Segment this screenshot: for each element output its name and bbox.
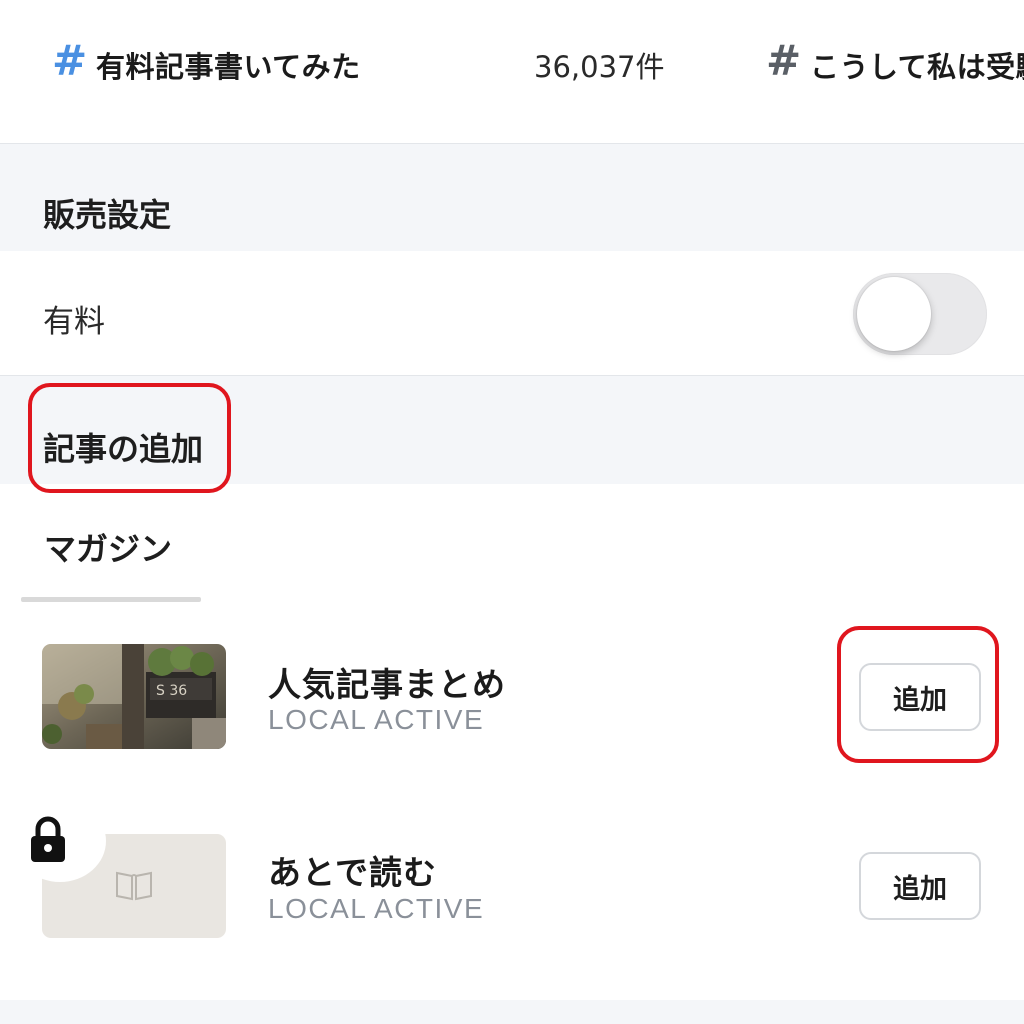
magazine-subtitle: LOCAL ACTIVE (268, 893, 485, 924)
hash-icon: # (766, 36, 802, 85)
section-title: 販売設定 (43, 196, 172, 234)
lock-badge (14, 800, 106, 882)
section-footer (0, 1000, 1024, 1024)
magazine-title[interactable]: 人気記事まとめ (268, 658, 506, 706)
tab-magazine[interactable]: マガジン (44, 524, 172, 570)
paid-label: 有料 (43, 304, 105, 340)
hashtag-count: 36,037件 (534, 50, 665, 84)
paid-toggle[interactable] (853, 273, 987, 355)
hash-icon: # (52, 36, 88, 85)
highlight-box (837, 626, 999, 763)
lock-icon (31, 816, 65, 862)
hashtag-row: # 有料記事書いてみた 36,037件 # こうして私は受験 (0, 0, 1024, 143)
magazine-subtitle: LOCAL ACTIVE (268, 704, 485, 735)
photo-thumbnail: S 36 (42, 644, 226, 749)
hashtag-name[interactable]: 有料記事書いてみた (96, 44, 361, 86)
svg-text:S 36: S 36 (156, 683, 187, 699)
hashtag-name[interactable]: こうして私は受験 (810, 44, 1024, 86)
magazine-title[interactable]: あとで読む (268, 846, 437, 894)
book-icon (116, 871, 152, 901)
add-button[interactable]: 追加 (859, 852, 981, 920)
highlight-box (28, 383, 231, 493)
section-header-sales: 販売設定 (0, 144, 1024, 251)
tab-underline (21, 597, 201, 602)
toggle-knob (857, 277, 931, 351)
